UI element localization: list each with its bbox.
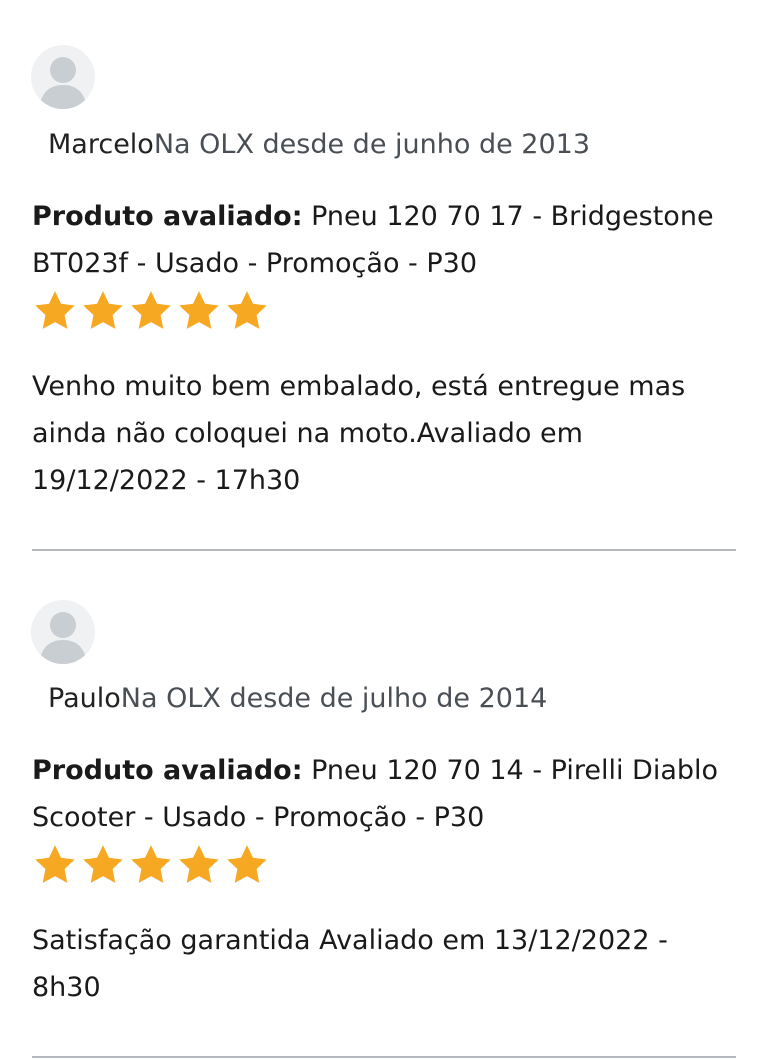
star-rating — [32, 288, 270, 334]
reviewer-name: Paulo — [48, 683, 121, 714]
product-reviewed: Produto avaliado: Pneu 120 70 14 - Pirel… — [32, 747, 742, 841]
star-icon — [35, 845, 75, 883]
user-avatar-icon — [39, 612, 87, 664]
user-avatar-icon — [39, 57, 87, 109]
member-since: Na OLX desde de junho de 2013 — [153, 129, 590, 160]
star-icon — [227, 845, 267, 883]
reviewer-info: PauloNa OLX desde de julho de 2014 — [48, 682, 547, 716]
star-icon — [83, 291, 123, 329]
divider — [32, 549, 736, 551]
avatar — [31, 600, 95, 664]
star-icon — [227, 291, 267, 329]
member-since: Na OLX desde de julho de 2014 — [120, 683, 548, 714]
star-icon — [131, 845, 171, 883]
avatar — [31, 45, 95, 109]
star-icon — [83, 845, 123, 883]
product-label: Produto avaliado: — [32, 755, 303, 786]
reviewer-name: Marcelo — [48, 129, 154, 160]
review-comment: Venho muito bem embalado, está entregue … — [32, 371, 686, 496]
review-comment: Satisfação garantida Avaliado em 13/12/2… — [32, 925, 668, 1003]
divider — [32, 1056, 736, 1058]
reviewer-info: MarceloNa OLX desde de junho de 2013 — [48, 128, 590, 162]
product-label: Produto avaliado: — [32, 201, 303, 232]
star-rating — [32, 842, 270, 888]
star-icon — [179, 845, 219, 883]
star-icon — [131, 291, 171, 329]
product-reviewed: Produto avaliado: Pneu 120 70 17 - Bridg… — [32, 193, 742, 287]
star-icon — [35, 291, 75, 329]
star-icon — [179, 291, 219, 329]
